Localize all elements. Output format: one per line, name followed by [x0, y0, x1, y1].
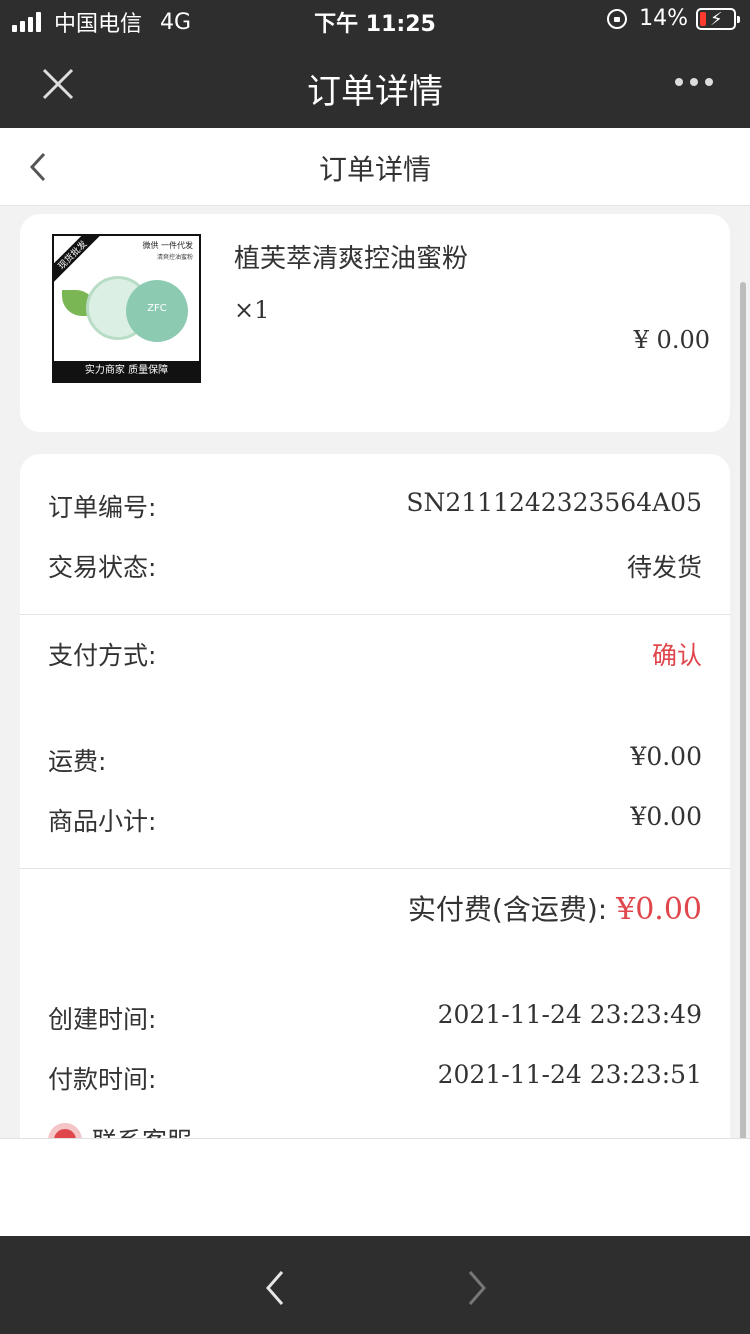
- nav-back-icon[interactable]: [260, 1268, 290, 1308]
- product-image[interactable]: 现货批发 微供 一件代发 清爽控油蜜粉 ZFC 实力商家 质量保障: [52, 234, 201, 383]
- page-title: 订单详情: [318, 153, 431, 186]
- divider: [20, 868, 730, 869]
- shipping-value: ¥0.00: [630, 742, 702, 771]
- image-ribbon: 现货批发: [54, 236, 105, 288]
- powder-lid-graphic: ZFC: [126, 280, 188, 342]
- order-number-label: 订单编号:: [48, 493, 157, 522]
- divider: [20, 614, 730, 615]
- paid-time-value: 2021-11-24 23:23:51: [437, 1060, 702, 1089]
- subtotal-label: 商品小计:: [48, 807, 157, 836]
- more-icon[interactable]: [674, 72, 714, 92]
- order-detail-card: 订单编号: SN2111242323564A05 交易状态: 待发货 支付方式:…: [20, 454, 730, 1138]
- payment-method-label: 支付方式:: [48, 641, 157, 670]
- product-card[interactable]: 现货批发 微供 一件代发 清爽控油蜜粉 ZFC 实力商家 质量保障 植芙萃清爽控…: [20, 214, 730, 432]
- product-price: ¥ 0.00: [633, 326, 710, 354]
- product-name[interactable]: 植芙萃清爽控油蜜粉: [234, 238, 468, 275]
- battery-icon: ⚡: [696, 7, 740, 30]
- total-label: 实付费(含运费):: [407, 893, 608, 926]
- shipping-label: 运费:: [48, 747, 107, 776]
- scrollbar[interactable]: [740, 282, 746, 1166]
- rotation-lock-icon: [607, 8, 628, 29]
- subtotal-value: ¥0.00: [630, 802, 702, 831]
- page-header: 订单详情: [0, 128, 750, 206]
- created-time-label: 创建时间:: [48, 1005, 157, 1034]
- payment-confirm-link[interactable]: 确认: [652, 636, 702, 672]
- status-bar: 中国电信 4G 下午 11:25 14% ⚡: [0, 0, 750, 40]
- product-quantity: ×1: [234, 296, 270, 324]
- customer-service-icon: [48, 1123, 82, 1138]
- status-right: 14% ⚡: [607, 6, 740, 31]
- nav-forward-icon[interactable]: [462, 1268, 492, 1308]
- order-content[interactable]: 现货批发 微供 一件代发 清爽控油蜜粉 ZFC 实力商家 质量保障 植芙萃清爽控…: [0, 206, 750, 1138]
- window-title: 订单详情: [307, 72, 443, 112]
- order-number-value: SN2111242323564A05: [406, 488, 702, 517]
- created-time-value: 2021-11-24 23:23:49: [437, 1000, 702, 1029]
- order-status-value: 待发货: [626, 553, 702, 582]
- contact-support-label: 联系客服: [92, 1122, 192, 1138]
- image-subline: 清爽控油蜜粉: [156, 254, 193, 261]
- paid-time-label: 付款时间:: [48, 1065, 157, 1094]
- battery-percent: 14%: [639, 6, 688, 31]
- webview-title-bar: 订单详情: [0, 40, 750, 128]
- total-value: ¥0.00: [616, 892, 702, 927]
- image-footer: 实力商家 质量保障: [54, 361, 199, 381]
- contact-support-button[interactable]: 联系客服: [48, 1122, 192, 1138]
- browser-bottom-nav: [0, 1236, 750, 1334]
- total-row: 实付费(含运费): ¥0.00: [408, 888, 702, 928]
- image-tagline: 微供 一件代发: [142, 241, 193, 250]
- bottom-blank-area: [0, 1138, 750, 1236]
- order-status-label: 交易状态:: [48, 553, 157, 582]
